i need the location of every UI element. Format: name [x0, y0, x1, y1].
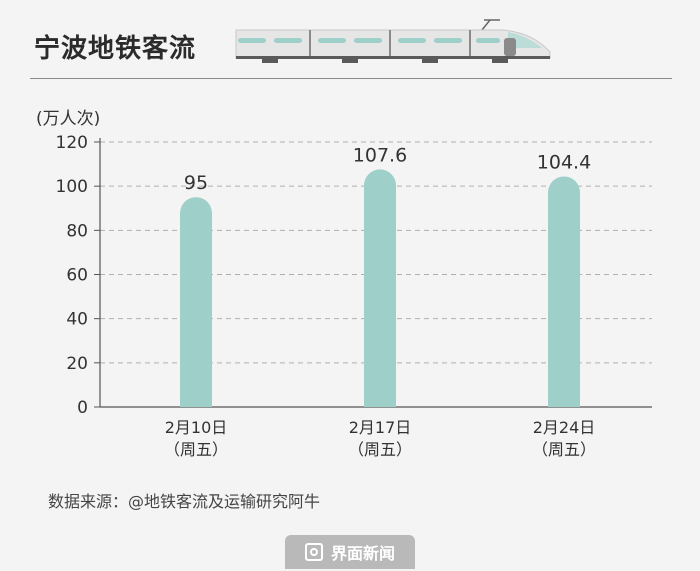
y-tick-label: 40 — [66, 310, 88, 330]
x-category-label: 2月10日 — [165, 418, 228, 437]
x-category-label: 2月24日 — [533, 418, 596, 437]
y-tick-label: 80 — [66, 221, 88, 241]
bar-value-label: 107.6 — [353, 144, 407, 166]
brand-badge: 界面新闻 — [285, 535, 415, 569]
bar — [180, 197, 212, 407]
y-tick-label: 100 — [56, 177, 88, 197]
x-category-sublabel: （周五） — [532, 440, 596, 459]
y-tick-label: 0 — [77, 398, 88, 418]
bar — [548, 176, 580, 407]
x-category-sublabel: （周五） — [348, 440, 412, 459]
brand-label: 界面新闻 — [330, 544, 395, 563]
brand-logo-icon — [304, 543, 323, 561]
y-tick-label: 120 — [56, 133, 88, 153]
x-category-label: 2月17日 — [349, 418, 412, 437]
bar — [364, 169, 396, 407]
x-category-sublabel: （周五） — [164, 440, 228, 459]
data-source: 数据来源：@地铁客流及运输研究阿牛 — [48, 492, 321, 511]
bar-chart: 0 20 40 60 80 100 120 95 2月10日 （周五） 107.6 2月17日 （周五）… — [56, 133, 652, 459]
y-tick-label: 20 — [66, 354, 88, 374]
bar-value-label: 95 — [184, 172, 208, 194]
y-tick-label: 60 — [66, 266, 88, 286]
bar-value-label: 104.4 — [537, 151, 591, 173]
